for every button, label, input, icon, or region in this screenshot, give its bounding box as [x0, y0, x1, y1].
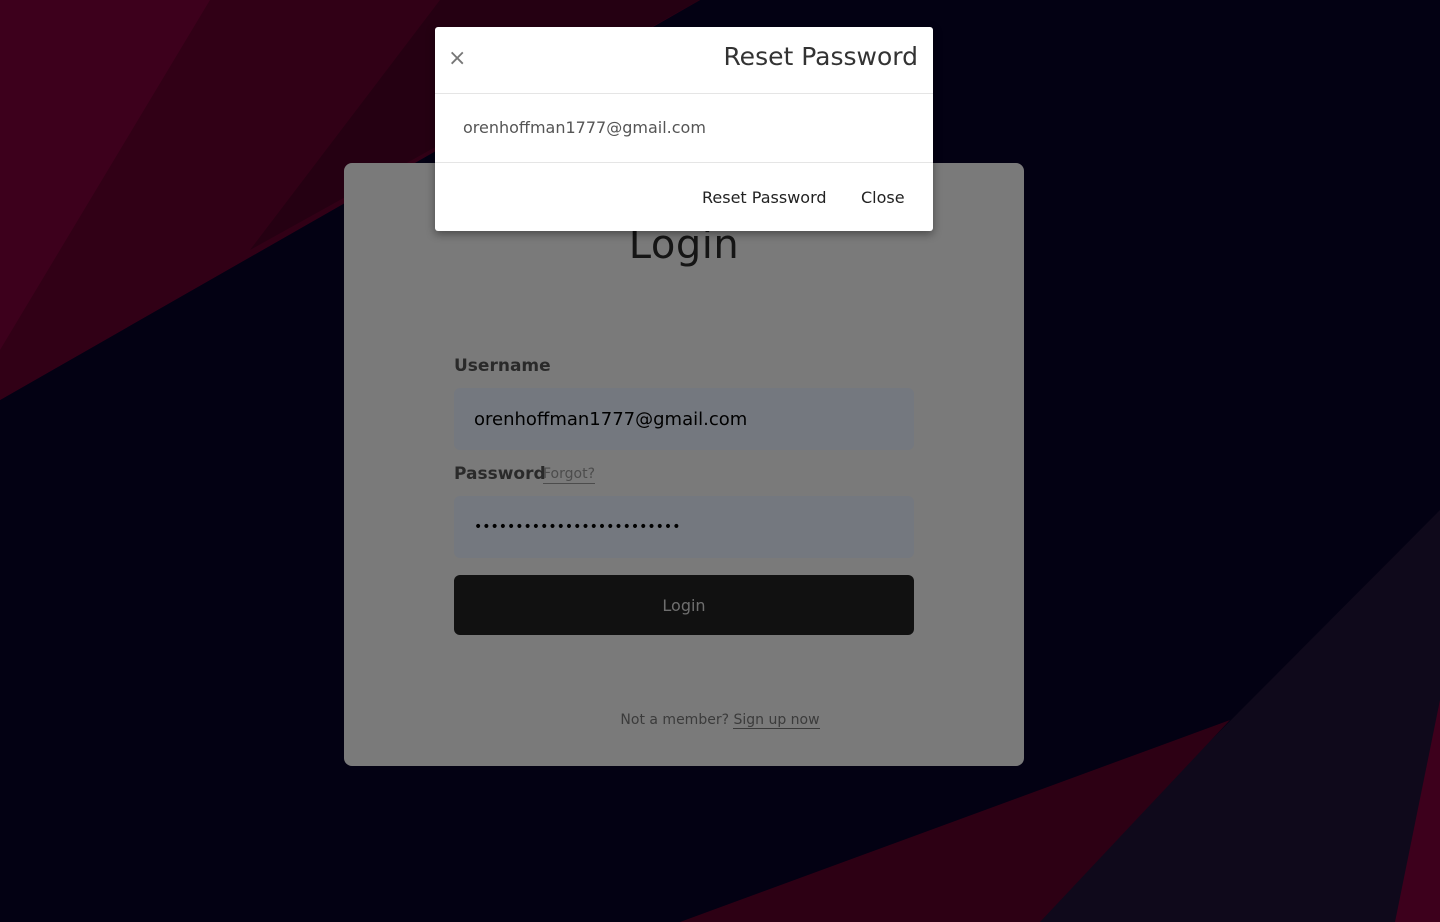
reset-password-modal: × Reset Password Reset Password Close [435, 27, 933, 231]
reset-email-input[interactable] [461, 112, 905, 142]
close-icon[interactable]: × [448, 47, 466, 71]
modal-title: Reset Password [723, 42, 918, 71]
close-button[interactable]: Close [855, 184, 911, 211]
modal-body [435, 94, 933, 163]
modal-header: × Reset Password [435, 27, 933, 94]
reset-password-button[interactable]: Reset Password [696, 184, 833, 211]
